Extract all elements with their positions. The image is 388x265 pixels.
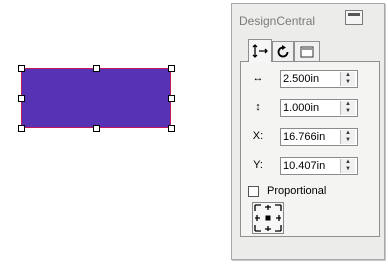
width-row: ↔ 2.500in ▲ ▼: [249, 70, 371, 88]
rotate-icon: [277, 44, 289, 57]
designcentral-palette: DesignCentral ✕ ↔ 2.500in ▲▼ ↕: [231, 3, 385, 260]
size-arrows-icon: [252, 44, 268, 58]
proportional-label: Proportional: [267, 185, 327, 197]
palette-titlebar[interactable]: DesignCentral ✕: [232, 4, 384, 34]
width-spinner[interactable]: ▲ ▼: [340, 72, 355, 86]
drawing-canvas[interactable]: [0, 0, 228, 265]
height-arrows-icon: ↕: [255, 101, 261, 113]
width-field[interactable]: 2.500in ▲ ▼: [280, 70, 358, 88]
reference-point-grid[interactable]: [252, 202, 284, 234]
height-row: ↕ 1.000in ▲ ▼: [249, 99, 371, 117]
height-spinner[interactable]: ▲ ▼: [340, 101, 355, 115]
palette-title: DesignCentral: [239, 14, 316, 28]
x-label: X:: [252, 130, 264, 142]
handle-bottom-left[interactable]: [18, 125, 25, 132]
collapse-button[interactable]: [345, 10, 363, 25]
handle-middle-left[interactable]: [18, 95, 25, 102]
width-value: 2.500in: [283, 73, 320, 85]
tab-size-position[interactable]: [248, 39, 272, 62]
box-icon: [300, 46, 314, 57]
tab-box[interactable]: [294, 41, 320, 61]
handle-top-middle[interactable]: [93, 65, 100, 72]
proportional-checkbox[interactable]: [248, 186, 259, 197]
tab-rotate[interactable]: [272, 41, 294, 61]
y-spinner[interactable]: ▲ ▼: [340, 159, 355, 173]
width-arrows-icon: ↔: [252, 72, 264, 84]
y-field[interactable]: 10.407in ▲ ▼: [280, 157, 358, 175]
height-field[interactable]: 1.000in ▲ ▼: [280, 99, 358, 117]
y-row: Y: 10.407in ▲ ▼: [249, 157, 371, 175]
handle-bottom-right[interactable]: [168, 125, 175, 132]
x-value: 16.766in: [283, 131, 326, 143]
x-field[interactable]: 16.766in ▲ ▼: [280, 128, 358, 146]
handle-middle-right[interactable]: [168, 95, 175, 102]
y-label: Y:: [253, 159, 263, 171]
x-spinner[interactable]: ▲ ▼: [340, 130, 355, 144]
height-value: 1.000in: [283, 102, 320, 114]
y-value: 10.407in: [283, 160, 326, 172]
selected-rectangle[interactable]: [21, 68, 171, 128]
handle-top-left[interactable]: [18, 65, 25, 72]
x-row: X: 16.766in ▲ ▼: [249, 128, 371, 146]
reference-point-icon: [254, 204, 282, 232]
handle-top-right[interactable]: [168, 65, 175, 72]
handle-bottom-middle[interactable]: [93, 125, 100, 132]
